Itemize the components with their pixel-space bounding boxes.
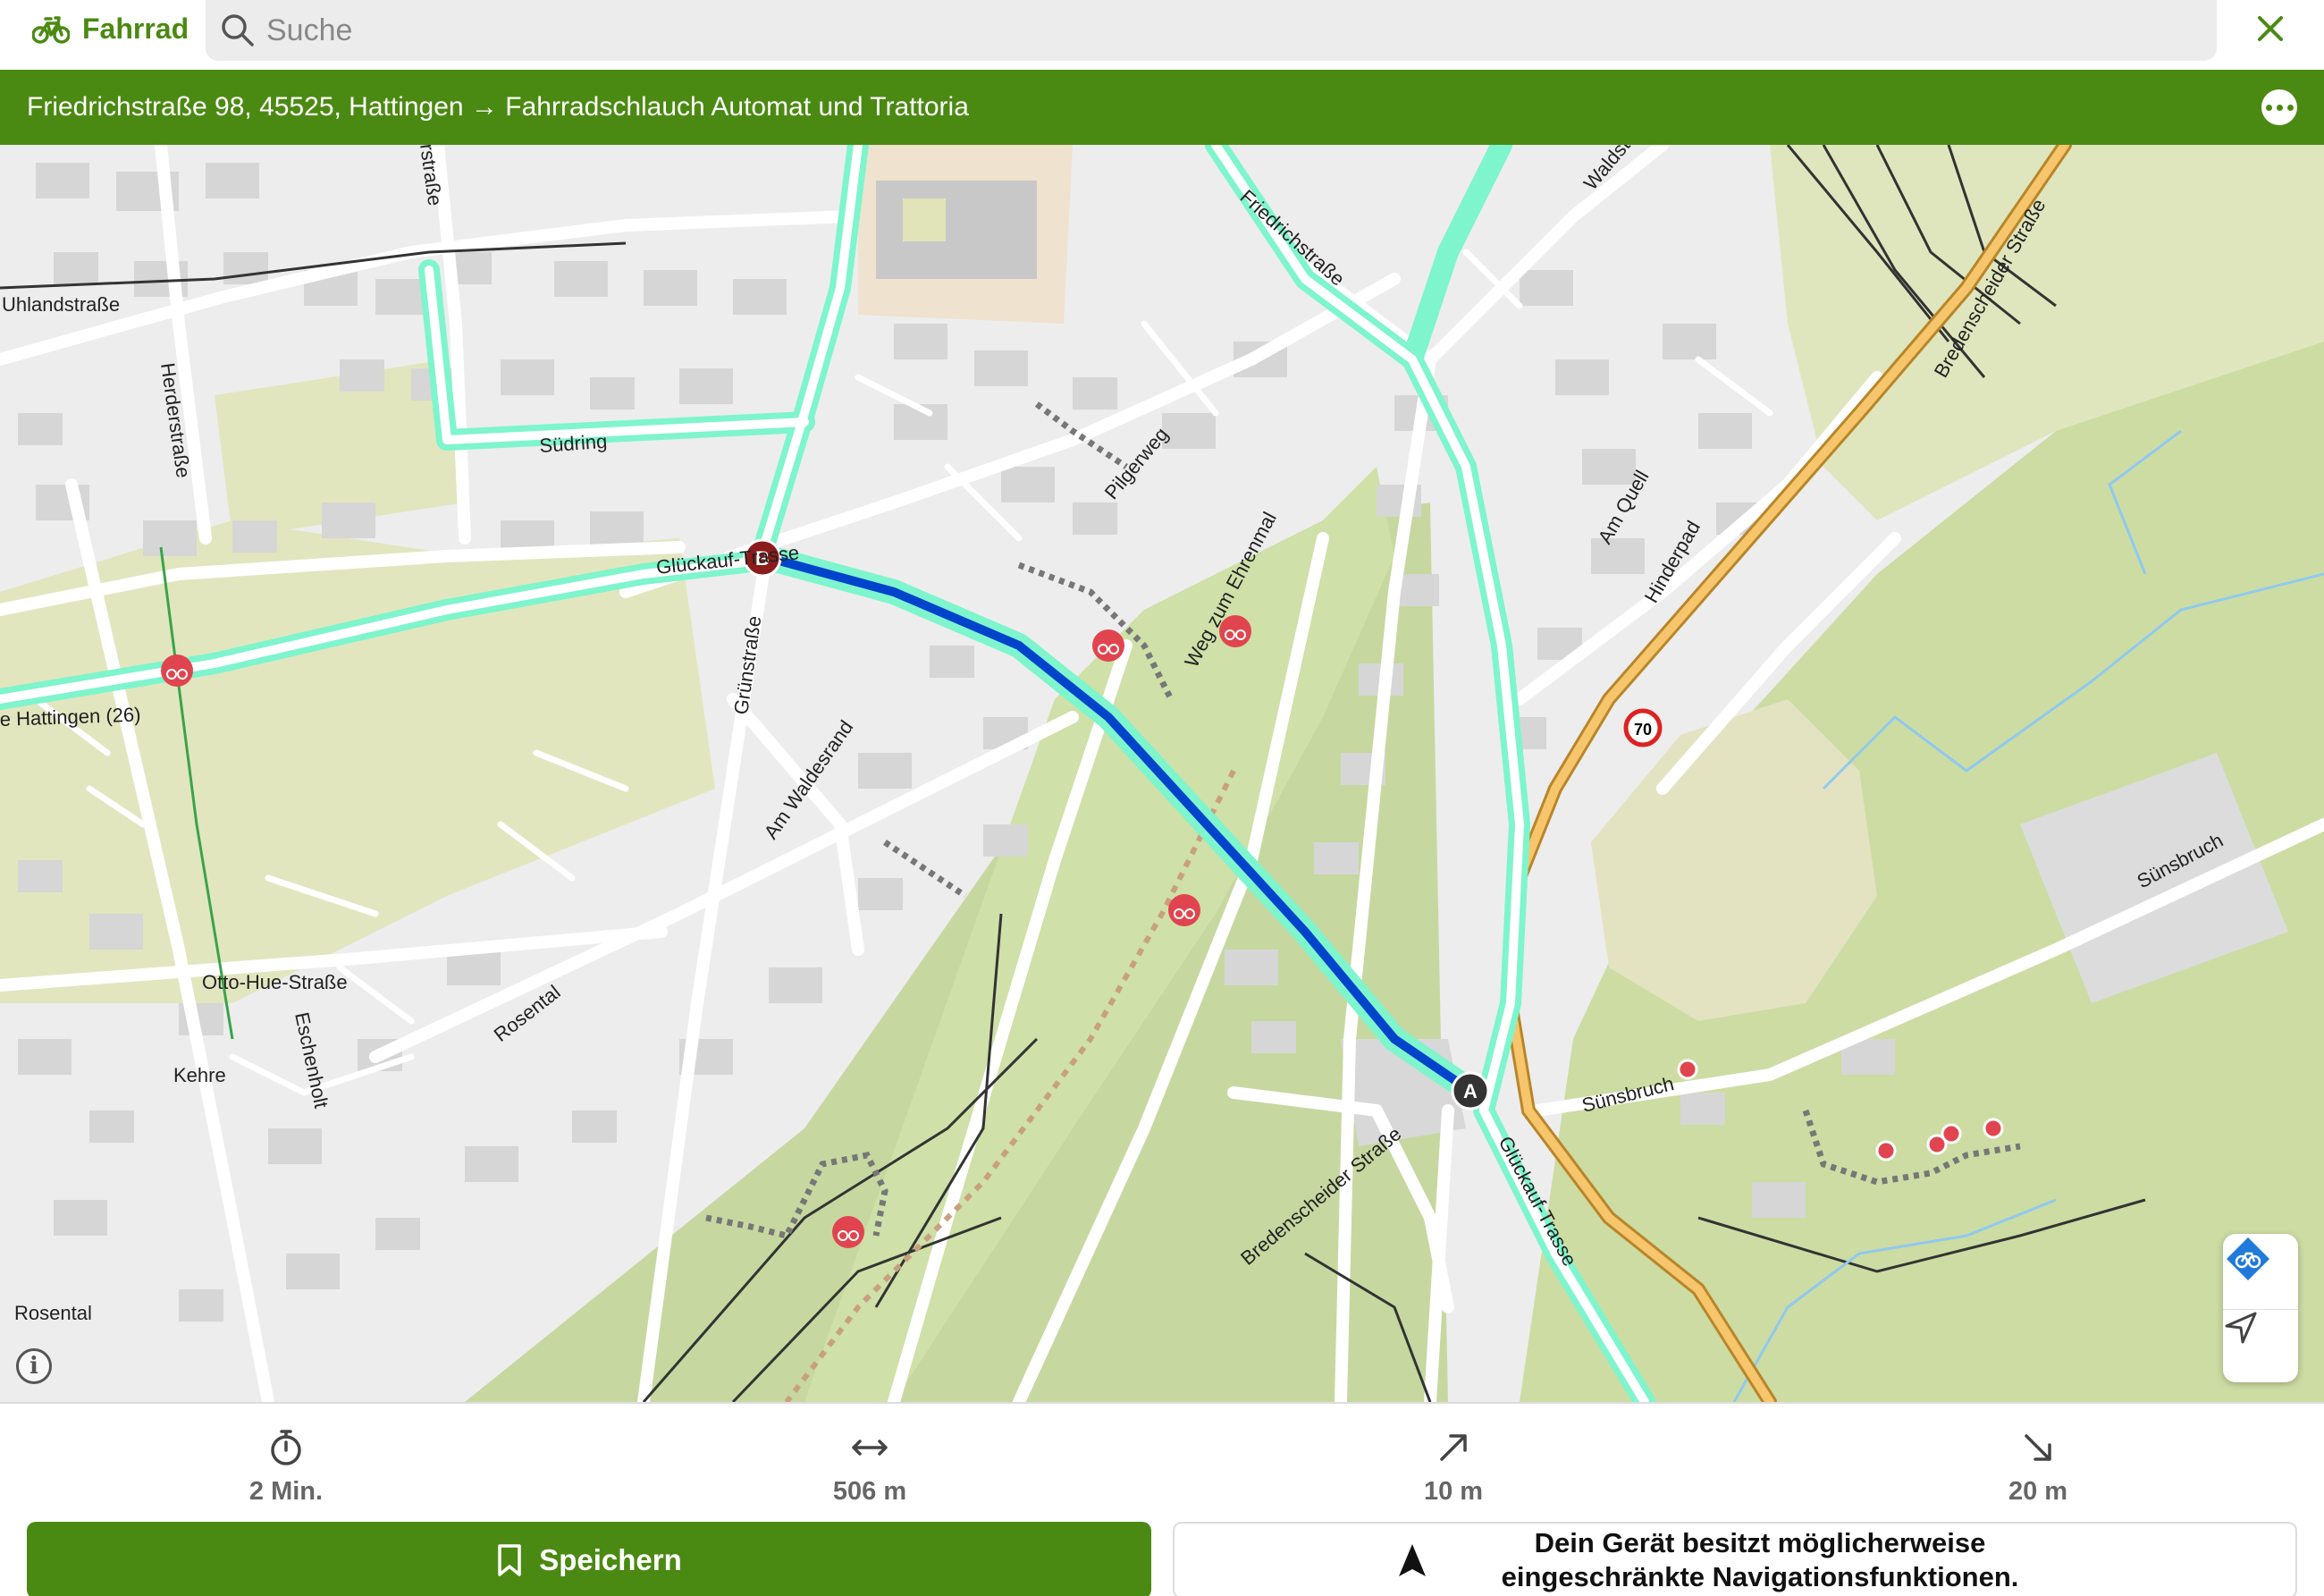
street-label: Otto-Hue-Straße <box>202 971 348 993</box>
start-marker-label: A <box>1463 1080 1478 1102</box>
bicycle-poi-icon[interactable] <box>1092 629 1124 662</box>
map-view[interactable]: 70 B A Uhlandstraße Herderstraße Südring… <box>0 145 2324 1402</box>
search-icon <box>222 14 254 46</box>
bicycle-icon <box>32 16 70 44</box>
distance-arrows-icon <box>852 1440 888 1456</box>
distance-value: 506 m <box>832 1477 907 1506</box>
more-dot <box>2265 104 2272 111</box>
route-summary-panel: 2 Min. 506 m 10 m 20 m Speichern Dein Ge… <box>0 1402 2324 1596</box>
bike-layer-icon <box>2227 1237 2269 1280</box>
descent-stat: 20 m <box>1949 1427 2127 1507</box>
ascent-arrow-icon <box>1440 1434 1467 1461</box>
distance-stat: 506 m <box>780 1427 959 1507</box>
speed-limit-value: 70 <box>1634 721 1652 739</box>
courtyard <box>903 198 946 241</box>
descent-value: 20 m <box>2008 1477 2068 1506</box>
stopwatch-icon <box>271 1430 301 1465</box>
travel-mode-label: Fahrrad <box>82 12 189 45</box>
navigation-notice-text: Dein Gerät besitzt möglicherweise einges… <box>1501 1527 2019 1592</box>
ascent-stat: 10 m <box>1364 1427 1543 1507</box>
more-dot <box>2276 104 2283 111</box>
route-title: Friedrichstraße 98, 45525, Hattingen → F… <box>27 92 969 122</box>
bicycle-poi-icon[interactable] <box>161 654 193 687</box>
bike-layer-button[interactable] <box>2223 1234 2298 1309</box>
info-icon: i <box>29 1353 38 1380</box>
more-options-button[interactable] <box>2261 89 2297 125</box>
bicycle-poi-icon[interactable] <box>832 1216 864 1248</box>
save-button-label: Speichern <box>539 1543 682 1576</box>
street-label: Uhlandstraße <box>2 293 120 316</box>
travel-mode-selector[interactable]: Fahrrad <box>32 7 189 50</box>
locate-icon <box>2225 1312 2257 1344</box>
duration-stat: 2 Min. <box>197 1427 375 1507</box>
speed-limit-sign: 70 <box>1623 708 1663 747</box>
save-button[interactable]: Speichern <box>27 1522 1151 1596</box>
map-canvas[interactable]: 70 B A Uhlandstraße Herderstraße Südring… <box>0 145 2324 1402</box>
route-start-marker[interactable]: A <box>1451 1071 1490 1110</box>
close-icon[interactable] <box>2251 9 2290 48</box>
navigation-arrow-icon <box>1399 1544 1426 1576</box>
descent-arrow-icon <box>2025 1434 2051 1461</box>
map-info-button[interactable]: i <box>16 1348 52 1384</box>
street-label: Kehre <box>173 1064 226 1086</box>
duration-value: 2 Min. <box>248 1477 324 1506</box>
street-label: Südring <box>539 430 608 457</box>
search-input[interactable] <box>266 4 2143 57</box>
locate-button[interactable] <box>2223 1309 2298 1382</box>
street-label: Rosental <box>14 1302 92 1324</box>
more-dot <box>2286 104 2294 111</box>
search-bar[interactable] <box>206 0 2217 61</box>
map-controls <box>2223 1234 2298 1382</box>
bicycle-poi-icon[interactable] <box>1168 894 1200 926</box>
top-bar: Fahrrad <box>0 0 2324 70</box>
bookmark-icon <box>498 1544 521 1576</box>
building <box>876 181 1037 279</box>
ascent-value: 10 m <box>1423 1477 1484 1506</box>
navigation-notice[interactable]: Dein Gerät besitzt möglicherweise einges… <box>1173 1522 2297 1596</box>
route-header: Friedrichstraße 98, 45525, Hattingen → F… <box>0 70 2324 145</box>
